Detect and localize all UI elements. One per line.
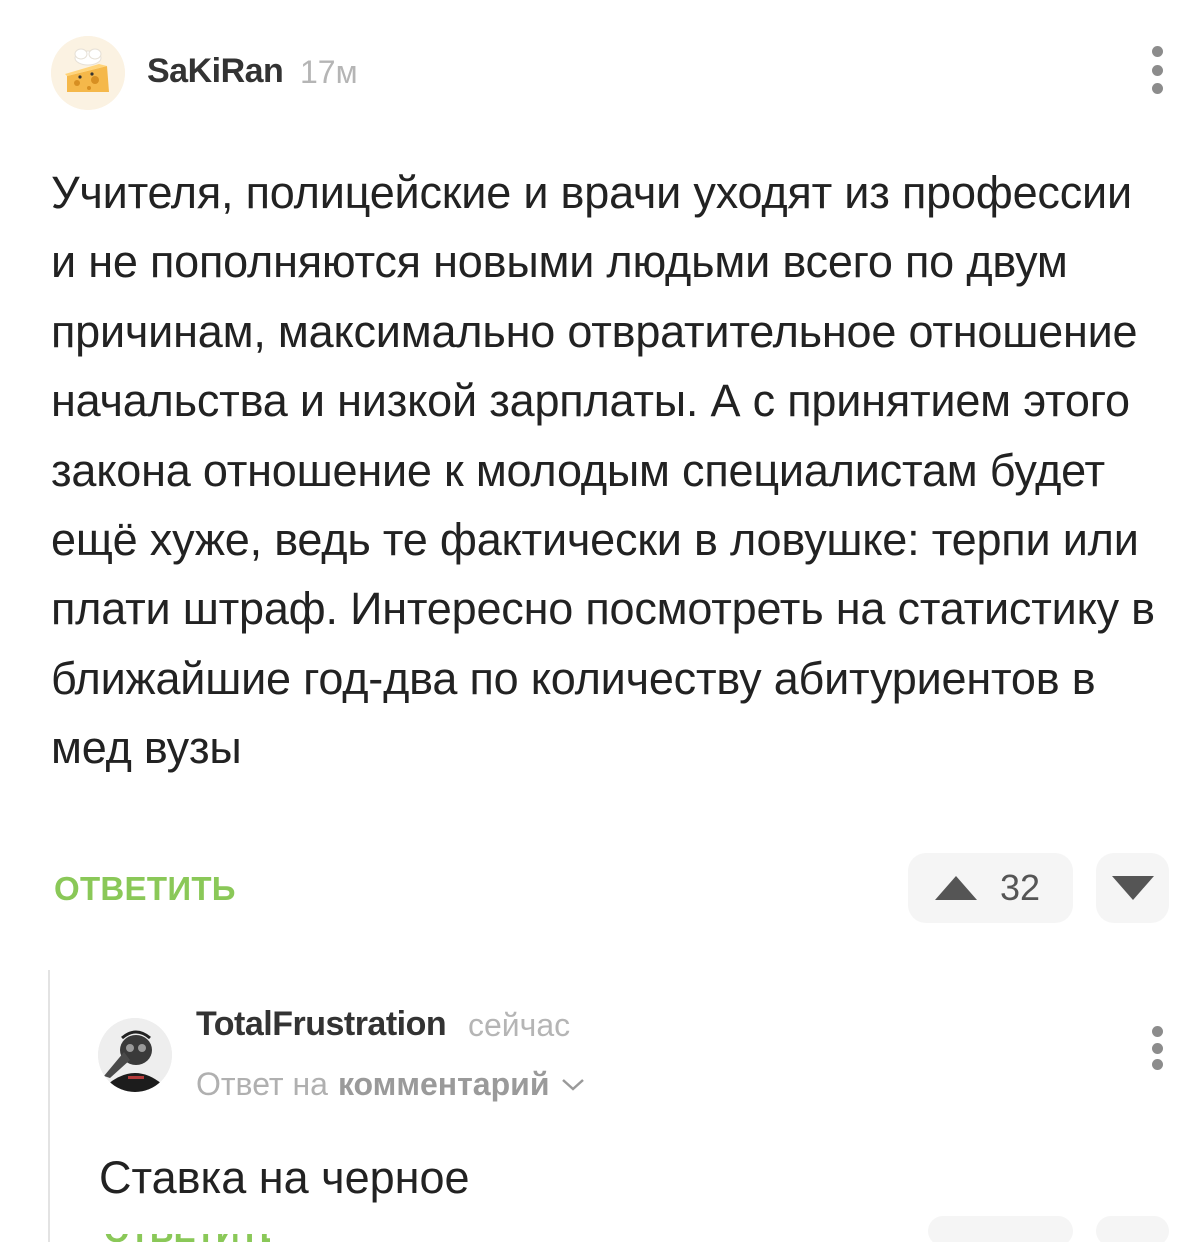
more-vertical-icon [1151, 46, 1163, 57]
reply-to-link[interactable]: Ответ на комментарий [196, 1066, 585, 1103]
cheese-avatar-icon [51, 36, 125, 110]
upvote-triangle-icon [935, 876, 977, 900]
comment-text: Учителя, полицейские и врачи уходят из п… [51, 167, 1155, 774]
rating-count: 32 [1000, 867, 1041, 908]
more-vertical-icon [1151, 1026, 1163, 1037]
upvote-button[interactable] [928, 1216, 1073, 1242]
avatar[interactable] [51, 36, 125, 110]
downvote-triangle-icon [1111, 876, 1154, 900]
thread-line [48, 970, 50, 1242]
comments-page: SaKiRan 17м Учителя, полицейские и врачи… [0, 0, 1199, 1242]
more-vertical-icon-dot [1151, 83, 1163, 94]
avatar[interactable] [98, 1018, 172, 1092]
reply-to-comment-link[interactable]: комментарий [338, 1066, 550, 1103]
reply-button[interactable]: ОТВЕТИТЬ [104, 1234, 270, 1242]
reply-button[interactable]: ОТВЕТИТЬ [54, 870, 236, 908]
more-vertical-icon-dot [1151, 64, 1163, 76]
more-options-button[interactable] [1140, 1026, 1174, 1070]
downvote-button[interactable] [1096, 853, 1169, 923]
reply-timestamp: сейчас [468, 1007, 571, 1043]
reply-text: Ставка на черное [99, 1152, 470, 1203]
reply-button-label: ОТВЕТИТЬ [104, 1234, 270, 1242]
reply-to-prefix: Ответ на [196, 1066, 328, 1102]
more-options-button[interactable] [1140, 46, 1174, 94]
comment-author[interactable]: SaKiRan [147, 52, 284, 91]
downvote-button[interactable] [1096, 1216, 1169, 1242]
comment-timestamp: 17м [300, 54, 358, 90]
chevron-down-icon [562, 1078, 585, 1091]
reply-author[interactable]: TotalFrustration [196, 1005, 447, 1044]
plague-doctor-avatar-icon [98, 1018, 172, 1092]
more-vertical-icon-dot [1151, 1059, 1163, 1070]
upvote-button[interactable]: 32 [908, 853, 1073, 923]
more-vertical-icon-dot [1151, 1042, 1163, 1054]
